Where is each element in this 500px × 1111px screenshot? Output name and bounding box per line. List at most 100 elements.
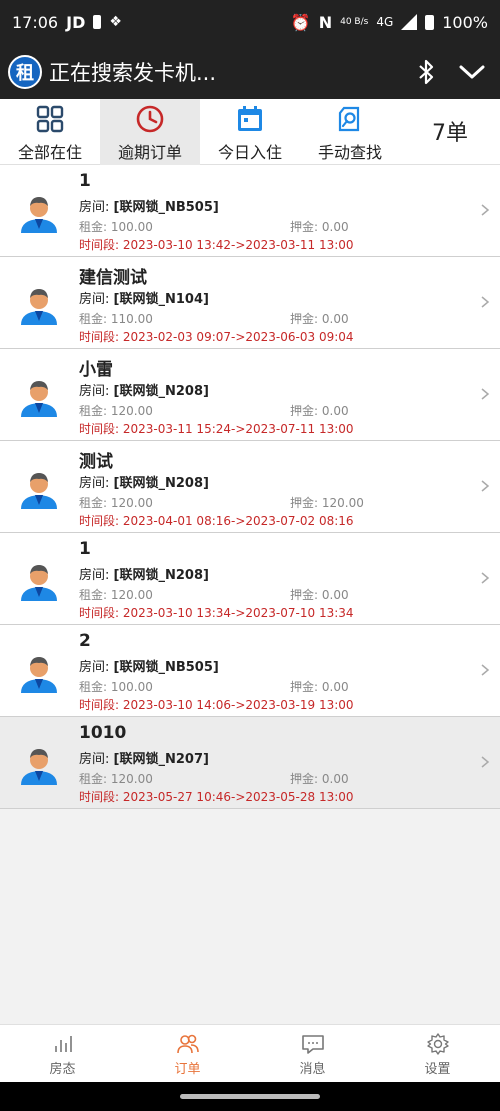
order-row[interactable]: 小雷 房间: [联网锁_N208] 租金: 120.00 押金: 0.00 时间…: [0, 349, 500, 441]
room-value: [联网锁_N208]: [113, 476, 209, 491]
room-value: [联网锁_NB505]: [113, 200, 219, 215]
dropdown-button[interactable]: [452, 52, 492, 92]
gear-icon: [426, 1032, 449, 1055]
tab-all-checked-in[interactable]: 全部在住: [0, 99, 100, 165]
rent-label: 租金:: [79, 680, 108, 694]
chevron-right-icon: [481, 480, 490, 492]
period-info: 时间段: 2023-04-01 08:16->2023-07-02 08:16: [79, 512, 354, 529]
period-info: 时间段: 2023-05-27 10:46->2023-05-28 13:00: [79, 788, 354, 805]
nav-label: 设置: [424, 1061, 451, 1077]
period-info: 时间段: 2023-02-03 09:07->2023-06-03 09:04: [79, 328, 354, 345]
rent-info: 租金: 120.00: [79, 494, 153, 511]
period-label: 时间段:: [79, 238, 120, 252]
rent-value: 120.00: [110, 404, 153, 418]
period-label: 时间段:: [79, 790, 120, 804]
rent-label: 租金:: [79, 404, 108, 418]
order-row[interactable]: 2 房间: [联网锁_NB505] 租金: 100.00 押金: 0.00 时间…: [0, 625, 500, 717]
deposit-label: 押金:: [290, 220, 319, 234]
tab-label: 全部在住: [17, 143, 82, 162]
order-row[interactable]: 1 房间: [联网锁_NB505] 租金: 100.00 押金: 0.00 时间…: [0, 165, 500, 257]
room-label: 房间:: [79, 384, 110, 399]
period-label: 时间段:: [79, 330, 120, 344]
rent-info: 租金: 110.00: [79, 310, 153, 327]
order-row[interactable]: 建信测试 房间: [联网锁_N104] 租金: 110.00 押金: 0.00 …: [0, 257, 500, 349]
deposit-info: 押金: 0.00: [290, 770, 349, 787]
room-value: [联网锁_N208]: [113, 568, 209, 583]
period-info: 时间段: 2023-03-11 15:24->2023-07-11 13:00: [79, 420, 354, 437]
deposit-value: 0.00: [321, 588, 349, 602]
period-label: 时间段:: [79, 422, 120, 436]
rent-label: 租金:: [79, 496, 108, 510]
deposit-value: 0.00: [321, 404, 349, 418]
order-row[interactable]: 1 房间: [联网锁_N208] 租金: 120.00 押金: 0.00 时间段…: [0, 533, 500, 625]
rent-label: 租金:: [79, 312, 108, 326]
room-label: 房间:: [79, 200, 110, 215]
deposit-value: 120.00: [321, 496, 364, 510]
deposit-label: 押金:: [290, 404, 319, 418]
deposit-label: 押金:: [290, 680, 319, 694]
deposit-value: 0.00: [321, 312, 349, 326]
battery-icon: [425, 14, 435, 30]
period-value: 2023-03-10 13:42->2023-03-11 13:00: [122, 238, 354, 252]
period-label: 时间段:: [79, 698, 120, 712]
page-title: 正在搜索发卡机...: [49, 60, 217, 85]
period-value: 2023-02-03 09:07->2023-06-03 09:04: [122, 330, 354, 344]
room-info: 房间: [联网锁_N208]: [79, 380, 209, 399]
rent-value: 120.00: [110, 772, 153, 786]
tab-label: 逾期订单: [117, 143, 182, 162]
room-label: 房间:: [79, 568, 110, 583]
notification-icon: [93, 15, 102, 29]
user-avatar-icon: [21, 565, 57, 601]
nav-settings[interactable]: 设置: [375, 1025, 500, 1083]
room-value: [联网锁_N208]: [113, 384, 209, 399]
deposit-label: 押金:: [290, 312, 319, 326]
nav-messages[interactable]: 消息: [250, 1025, 375, 1083]
calendar-icon: [235, 104, 265, 134]
room-info: 房间: [联网锁_NB505]: [79, 656, 219, 675]
room-info: 房间: [联网锁_N208]: [79, 472, 209, 491]
search-doc-icon: [335, 104, 365, 134]
tab-manual-search[interactable]: 手动查找: [300, 99, 400, 165]
home-gesture-handle[interactable]: [180, 1094, 320, 1099]
deposit-info: 押金: 0.00: [290, 402, 349, 419]
chevron-right-icon: [481, 572, 490, 584]
grid-icon: [35, 104, 65, 134]
room-value: [联网锁_NB505]: [113, 660, 219, 675]
room-value: [联网锁_N104]: [113, 292, 209, 307]
order-row[interactable]: 测试 房间: [联网锁_N208] 租金: 120.00 押金: 120.00 …: [0, 441, 500, 533]
network-speed: 40 B/s: [340, 17, 369, 27]
nfc-icon: N: [318, 12, 333, 32]
status-carrier: JD: [66, 12, 86, 32]
deposit-info: 押金: 120.00: [290, 494, 364, 511]
bluetooth-button[interactable]: [406, 52, 446, 92]
status-bar: 17:06 JD ❖ ⏰ N 40 B/s 4G 100%: [0, 0, 500, 44]
user-avatar-icon: [21, 197, 57, 233]
period-value: 2023-03-10 13:34->2023-07-10 13:34: [122, 606, 354, 620]
status-right: ⏰ N 40 B/s 4G 100%: [291, 13, 488, 32]
deposit-value: 0.00: [321, 772, 349, 786]
message-icon: [301, 1034, 324, 1054]
user-avatar-icon: [21, 381, 57, 417]
period-info: 时间段: 2023-03-10 13:34->2023-07-10 13:34: [79, 604, 354, 621]
period-value: 2023-03-10 14:06->2023-03-19 13:00: [122, 698, 354, 712]
tab-overdue-orders[interactable]: 逾期订单: [100, 99, 200, 165]
battery-level: 100%: [442, 12, 488, 32]
chevron-right-icon: [481, 664, 490, 676]
tab-today-check-in[interactable]: 今日入住: [200, 99, 300, 165]
nav-orders[interactable]: 订单: [125, 1025, 250, 1083]
guest-name: 建信测试: [79, 268, 147, 288]
period-value: 2023-05-27 10:46->2023-05-28 13:00: [122, 790, 354, 804]
rent-label: 租金:: [79, 588, 108, 602]
app-logo: 租: [8, 54, 42, 89]
status-left: 17:06 JD ❖: [12, 13, 122, 32]
room-label: 房间:: [79, 292, 110, 307]
rent-value: 120.00: [110, 496, 153, 510]
deposit-value: 0.00: [321, 680, 349, 694]
order-row[interactable]: 1010 房间: [联网锁_N207] 租金: 120.00 押金: 0.00 …: [0, 717, 500, 809]
app-notification-icon: ❖: [109, 14, 122, 30]
period-value: 2023-03-11 15:24->2023-07-11 13:00: [122, 422, 354, 436]
room-info: 房间: [联网锁_N104]: [79, 288, 209, 307]
nav-room-status[interactable]: 房态: [0, 1025, 125, 1083]
filter-tabs: 全部在住 逾期订单 今日入住 手动查找 7单: [0, 99, 500, 165]
guest-name: 2: [79, 631, 91, 651]
